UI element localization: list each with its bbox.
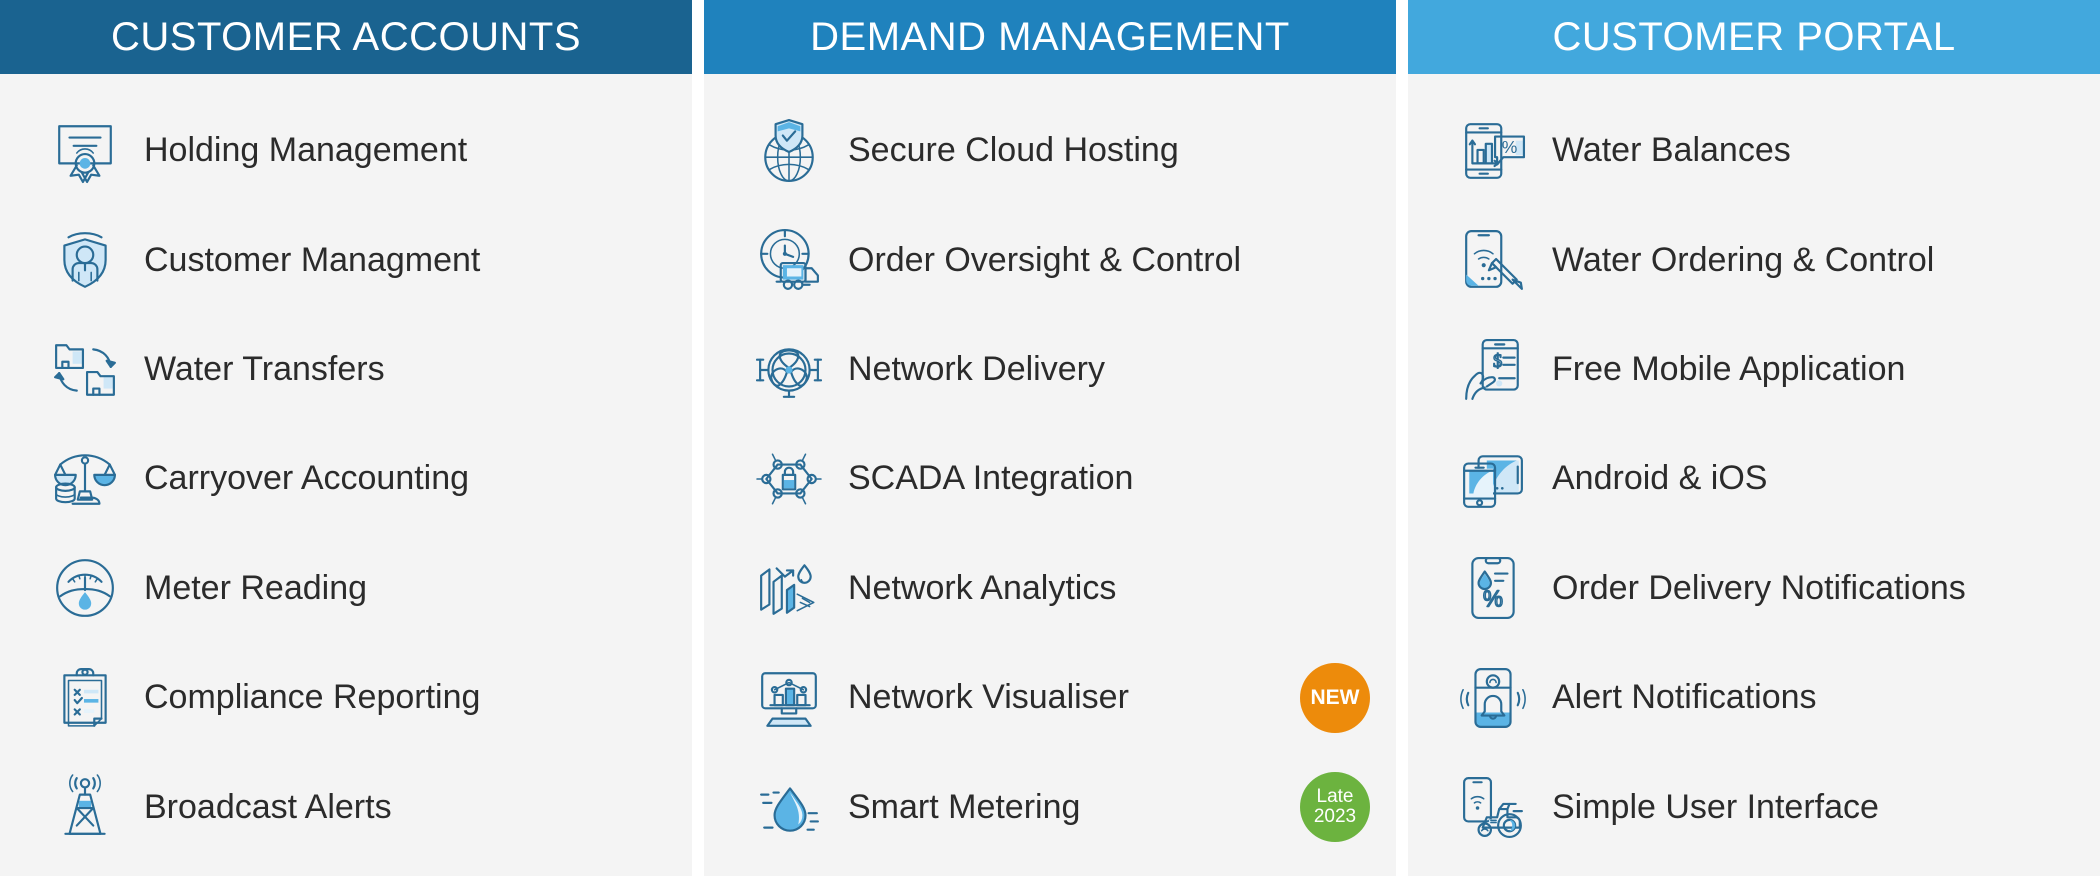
feature-row[interactable]: % Order Delivery Notifications [1408,534,2100,643]
feature-label: Simple User Interface [1552,787,1879,826]
feature-label: Order Delivery Notifications [1552,568,1966,607]
phone-stylus-wifi-icon [1452,224,1534,296]
column-body-customer-portal: % Water Balances Water Ordering & Contro… [1408,74,2100,876]
feature-label: Network Analytics [848,568,1117,607]
feature-row[interactable]: Carryover Accounting [0,424,692,533]
feature-row[interactable]: Alert Notifications [1408,643,2100,752]
feature-row[interactable]: $ Free Mobile Application [1408,315,2100,424]
monitor-chart-icon [748,662,830,734]
feature-row[interactable]: SCADA Integration [704,424,1396,533]
feature-label: Broadcast Alerts [144,787,392,826]
feature-label: SCADA Integration [848,459,1134,498]
clock-truck-icon [748,224,830,296]
feature-label: Alert Notifications [1552,678,1817,717]
svg-text:$: $ [1493,350,1502,371]
feature-row[interactable]: Broadcast Alerts [0,753,692,862]
phone-tractor-icon [1452,771,1534,843]
svg-text:%: % [1502,137,1518,157]
phone-chart-percent-icon: % [1452,115,1534,187]
feature-label: Carryover Accounting [144,459,470,498]
feature-row[interactable]: Network Visualiser NEW [704,643,1396,752]
badge-text-line1: Late [1316,786,1354,808]
certificate-icon [44,115,126,187]
column-header-customer-accounts: CUSTOMER ACCOUNTS [0,0,692,74]
clipboard-checklist-icon [44,662,126,734]
phone-bell-alert-icon [1452,662,1534,734]
broadcast-tower-icon [44,771,126,843]
scales-coins-icon [44,443,126,515]
feature-label: Network Visualiser [848,678,1129,717]
water-gauge-icon [44,552,126,624]
feature-label: Secure Cloud Hosting [848,131,1179,170]
feature-row[interactable]: Holding Management [0,96,692,205]
feature-row[interactable]: Water Transfers [0,315,692,424]
feature-label: Water Transfers [144,350,385,388]
feature-row[interactable]: Customer Managment [0,205,692,314]
feature-label: Water Balances [1552,131,1791,170]
feature-row[interactable]: Order Oversight & Control [704,205,1396,314]
column-body-customer-accounts: Holding Management Customer Managment Wa… [0,74,692,876]
phone-droplet-percent-icon: % [1452,552,1534,624]
feature-label: Smart Metering [848,787,1081,826]
feature-label: Free Mobile Application [1552,350,1906,388]
feature-row[interactable]: Simple User Interface [1408,753,2100,862]
badge-text-line2: 2023 [1313,806,1357,828]
status-badge-new: NEW [1300,662,1370,733]
feature-row[interactable]: Android & iOS [1408,424,2100,533]
status-badge-late: Late 2023 [1300,772,1370,843]
feature-label: Customer Managment [144,240,481,279]
hand-phone-dollar-icon: $ [1452,334,1534,406]
feature-label: Network Delivery [848,350,1105,388]
smart-droplet-icon [748,771,830,843]
column-customer-portal: CUSTOMER PORTAL % Water Balances Water O… [1408,0,2100,876]
column-customer-accounts: CUSTOMER ACCOUNTS Holding Management Cus… [0,0,692,876]
feature-row[interactable]: Water Ordering & Control [1408,205,2100,314]
feature-row[interactable]: Meter Reading [0,534,692,643]
hexagon-node-lock-icon [748,443,830,515]
svg-text:%: % [1483,586,1503,612]
feature-label: Meter Reading [144,568,368,607]
feature-label: Water Ordering & Control [1552,240,1935,279]
feature-board: CUSTOMER ACCOUNTS Holding Management Cus… [0,0,2100,876]
shield-person-icon [44,224,126,296]
feature-row[interactable]: % Water Balances [1408,96,2100,205]
column-body-demand-management: Secure Cloud Hosting Order Oversight & C… [704,74,1396,876]
column-header-customer-portal: CUSTOMER PORTAL [1408,0,2100,74]
column-demand-management: DEMAND MANAGEMENT Secure Cloud Hosting O… [704,0,1396,876]
phone-tablet-icon [1452,443,1534,515]
feature-row[interactable]: Network Delivery [704,315,1396,424]
feature-label: Compliance Reporting [144,678,481,717]
feature-row[interactable]: Smart Metering Late 2023 [704,753,1396,862]
feature-row[interactable]: Compliance Reporting [0,643,692,752]
valve-pipe-icon [748,334,830,406]
feature-label: Order Oversight & Control [848,240,1242,279]
bar-chart-droplet-icon [748,552,830,624]
feature-row[interactable]: Secure Cloud Hosting [704,96,1396,205]
feature-label: Android & iOS [1552,459,1768,498]
badge-text: NEW [1310,685,1360,709]
column-header-demand-management: DEMAND MANAGEMENT [704,0,1396,74]
globe-shield-icon [748,115,830,187]
folder-transfer-icon [44,334,126,406]
feature-label: Holding Management [144,131,468,170]
feature-row[interactable]: Network Analytics [704,534,1396,643]
